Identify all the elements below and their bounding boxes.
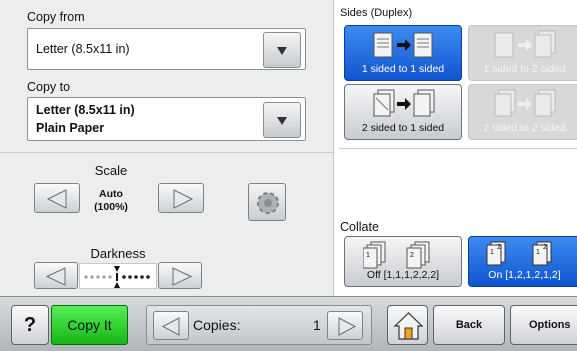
darkness-marker-top	[114, 266, 120, 272]
copy-to-dropdown-button[interactable]	[263, 102, 301, 138]
duplex-2-to-1-button[interactable]: 2 sided to 1 sided	[344, 84, 462, 140]
svg-text:2: 2	[410, 252, 414, 259]
home-button[interactable]	[387, 305, 428, 345]
svg-text:1: 1	[536, 249, 540, 256]
arrow-right-icon	[338, 317, 357, 336]
two-to-two-sided-icon	[494, 89, 556, 117]
copy-to-size: Letter (8.5x11 in)	[36, 103, 135, 117]
duplex-1-to-1-label: 1 sided to 1 sided	[361, 63, 445, 75]
collate-label: Collate	[340, 220, 379, 234]
one-to-two-sided-icon	[494, 30, 556, 58]
copies-label: Copies:	[193, 317, 241, 333]
scale-increase-button[interactable]	[158, 183, 204, 213]
collate-off-label: Off [1,1,1,2,2,2]	[366, 269, 440, 281]
options-button[interactable]: Options	[510, 305, 577, 345]
back-button[interactable]: Back	[433, 305, 505, 345]
help-button[interactable]: ?	[11, 305, 49, 345]
copy-from-value: Letter (8.5x11 in)	[36, 42, 130, 56]
arrow-right-icon	[173, 189, 194, 209]
copies-control: Copies: 1	[146, 305, 372, 345]
scale-label: Scale	[94, 163, 128, 178]
two-to-one-sided-icon	[373, 89, 435, 117]
duplex-2-to-2-button[interactable]: 2 sided to 2 sided	[468, 84, 577, 140]
copy-from-dropdown[interactable]: Letter (8.5x11 in)	[27, 28, 306, 70]
panel-divider	[333, 0, 334, 296]
svg-text:2: 2	[543, 244, 547, 251]
copy-to-paper-type: Plain Paper	[36, 121, 105, 135]
duplex-2-to-1-label: 2 sided to 1 sided	[361, 122, 445, 134]
collate-on-label: On [1,2,1,2,1,2]	[488, 269, 561, 281]
copies-decrease-button[interactable]	[153, 311, 189, 340]
copies-value[interactable]: 1	[313, 317, 321, 333]
duplex-1-to-2-button[interactable]: 1 sided to 2 sided	[468, 25, 577, 81]
one-to-one-sided-icon	[373, 32, 433, 58]
darkness-label: Darkness	[90, 246, 146, 261]
arrow-left-icon	[161, 317, 180, 336]
scale-value-auto: Auto	[99, 188, 123, 200]
copy-to-label: Copy to	[27, 80, 71, 94]
left-separator	[0, 152, 333, 153]
scale-decrease-button[interactable]	[34, 183, 80, 213]
svg-text:1: 1	[366, 252, 370, 259]
copy-from-dropdown-button[interactable]	[263, 32, 301, 68]
darkness-slider[interactable]	[79, 263, 157, 289]
chevron-down-icon	[277, 47, 287, 55]
arrow-right-icon	[172, 267, 193, 286]
collate-off-icon: 1 2	[363, 241, 430, 269]
collate-off-button[interactable]: 1 2 Off [1,1,1,2,2,2]	[344, 236, 462, 287]
copies-increase-button[interactable]	[327, 311, 363, 340]
collate-on-icon: 1 2 1 2	[486, 241, 552, 266]
duplex-2-to-2-label: 2 sided to 2 sided	[483, 122, 566, 134]
options-label: Options	[529, 319, 571, 331]
sides-label: Sides (Duplex)	[340, 7, 413, 19]
chevron-down-icon	[277, 117, 287, 125]
darkness-marker-bottom	[114, 282, 120, 288]
collate-on-button[interactable]: 1 2 1 2 On [1,2,1,2,1,2]	[468, 236, 577, 287]
darkness-decrease-button[interactable]	[34, 262, 78, 289]
home-icon	[393, 312, 424, 340]
copy-it-button[interactable]: Copy It	[51, 305, 128, 345]
svg-text:1: 1	[490, 249, 494, 256]
darkness-increase-button[interactable]	[158, 262, 202, 289]
copy-from-label: Copy from	[27, 10, 85, 24]
darkness-dots	[84, 266, 150, 288]
arrow-left-icon	[46, 189, 67, 209]
svg-text:2: 2	[497, 244, 501, 251]
copy-it-label: Copy It	[67, 317, 112, 333]
help-icon: ?	[23, 314, 37, 336]
scale-value-percent: (100%)	[94, 201, 128, 213]
duplex-1-to-2-label: 1 sided to 2 sided	[483, 63, 566, 75]
gear-icon	[257, 192, 279, 214]
copy-to-dropdown[interactable]: Letter (8.5x11 in) Plain Paper	[27, 97, 306, 141]
image-settings-button[interactable]	[248, 183, 286, 221]
back-label: Back	[455, 319, 483, 331]
right-separator	[339, 148, 577, 149]
duplex-1-to-1-button[interactable]: 1 sided to 1 sided	[344, 25, 462, 81]
arrow-left-icon	[45, 267, 66, 286]
